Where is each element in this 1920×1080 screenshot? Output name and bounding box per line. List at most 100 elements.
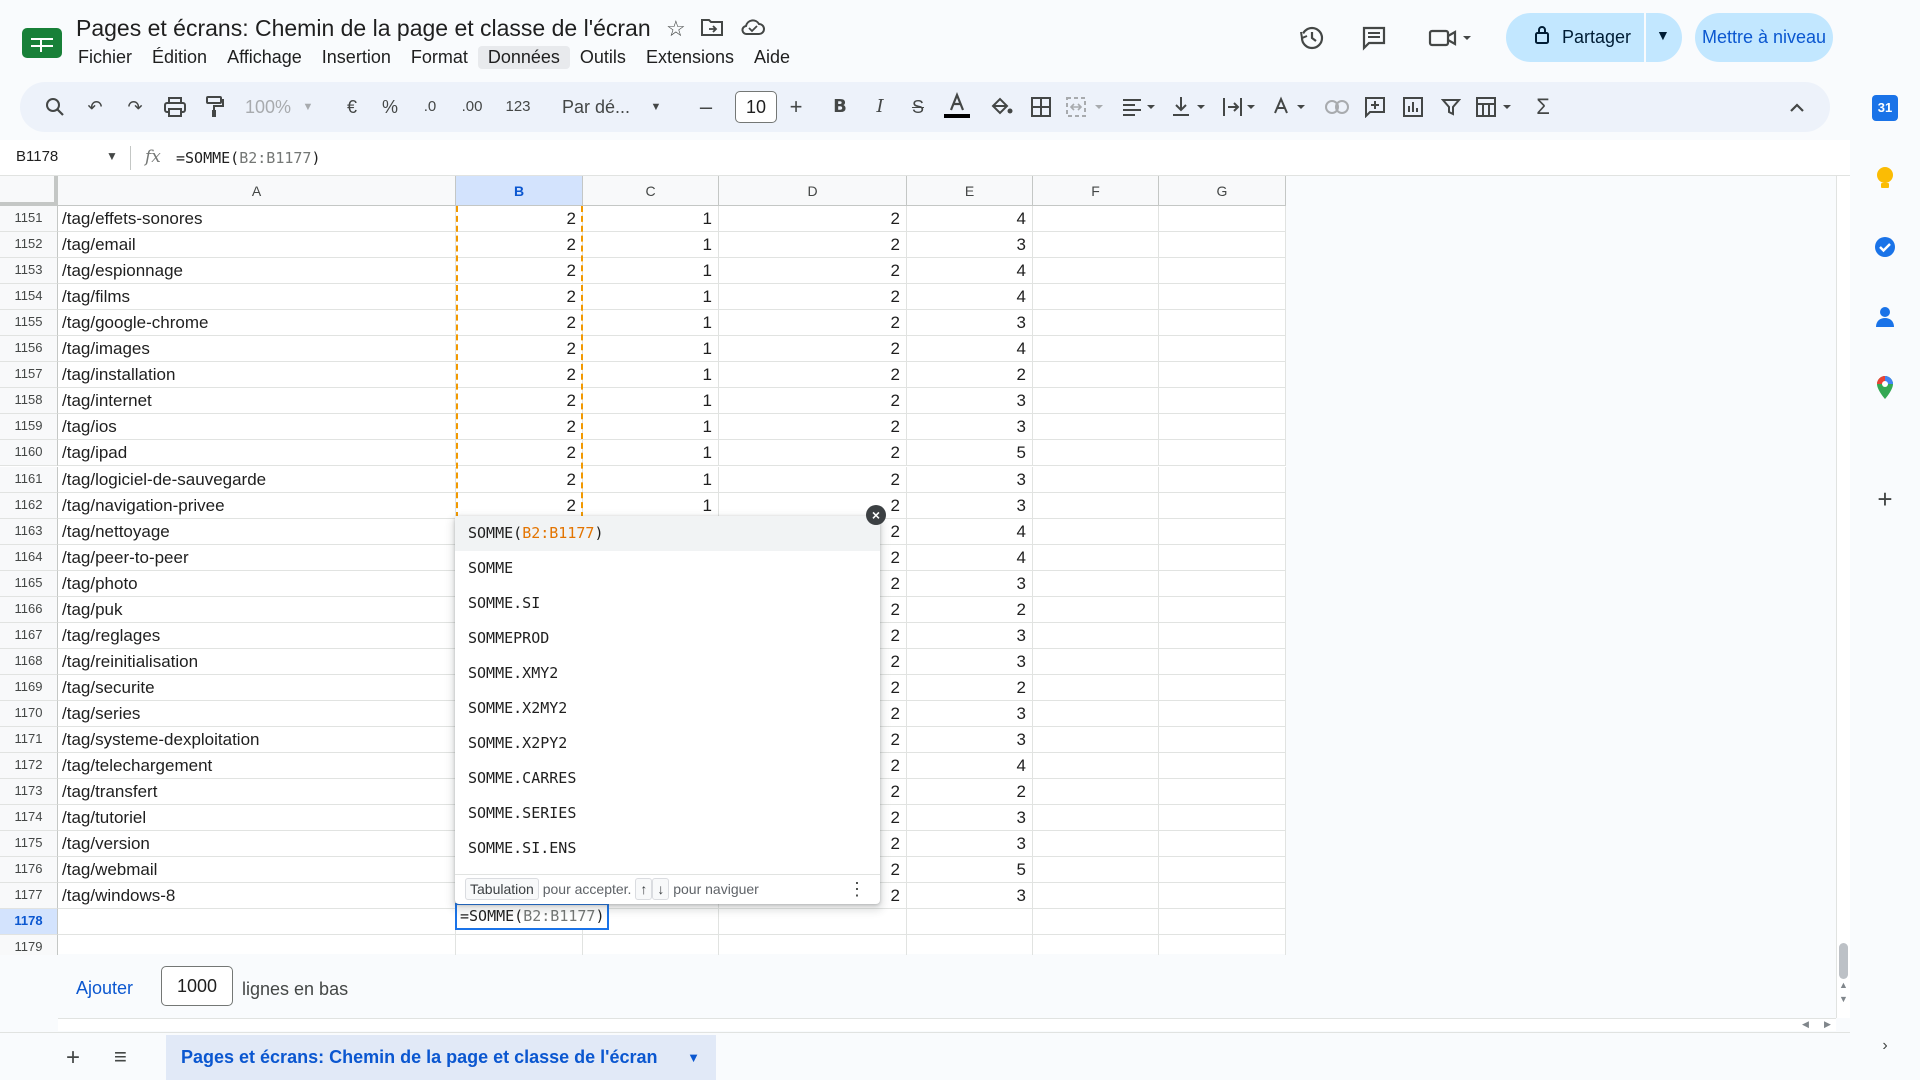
cell-a[interactable]: /tag/effets-sonores — [58, 206, 456, 232]
contacts-icon[interactable] — [1872, 305, 1898, 331]
cell-a[interactable]: /tag/espionnage — [58, 258, 456, 285]
row-number[interactable]: 1162 — [0, 492, 58, 519]
scroll-right-arrow-icon[interactable]: ▶ — [1824, 1019, 1831, 1030]
cell-a[interactable]: /tag/reglages — [58, 622, 456, 649]
cell-c[interactable]: 1 — [583, 362, 719, 389]
cell-a[interactable]: /tag/ios — [58, 414, 456, 441]
row-number[interactable]: 1170 — [0, 700, 58, 727]
cell-f[interactable] — [1033, 466, 1159, 493]
cell-f[interactable] — [1033, 544, 1159, 571]
cell-b[interactable]: 2 — [456, 206, 583, 232]
column-header-g[interactable]: G — [1159, 176, 1286, 206]
cell-d[interactable]: 2 — [719, 414, 907, 441]
cell-d[interactable]: 2 — [719, 310, 907, 337]
text-rotation-icon[interactable] — [1270, 92, 1312, 122]
upgrade-button[interactable]: Mettre à niveau — [1695, 13, 1833, 62]
vertical-scrollbar-thumb[interactable] — [1839, 943, 1848, 979]
cell-e[interactable]: 3 — [907, 831, 1033, 858]
cell-a[interactable]: /tag/windows-8 — [58, 883, 456, 910]
cell-f[interactable] — [1033, 388, 1159, 415]
cell-e[interactable]: 3 — [907, 466, 1033, 493]
font-size-increase-icon[interactable]: + — [782, 92, 810, 122]
menu-affichage[interactable]: Affichage — [217, 46, 312, 69]
autocomplete-suggestion[interactable]: SOMME(B2:B1177) — [455, 516, 880, 551]
column-header-d[interactable]: D — [719, 176, 907, 206]
cell-e[interactable]: 4 — [907, 753, 1033, 780]
cell-c[interactable]: 1 — [583, 284, 719, 311]
filter-icon[interactable] — [1436, 92, 1466, 122]
cell-f[interactable] — [1033, 779, 1159, 806]
font-family-dropdown-icon[interactable]: ▼ — [646, 92, 666, 122]
cell-f[interactable] — [1033, 362, 1159, 389]
strikethrough-icon[interactable]: S — [904, 92, 932, 122]
cell-f[interactable] — [1033, 310, 1159, 337]
cell-e[interactable]: 3 — [907, 883, 1033, 910]
cell-f[interactable] — [1033, 648, 1159, 675]
autocomplete-item[interactable]: SOMMEPROD — [455, 621, 880, 656]
star-icon[interactable]: ☆ — [666, 16, 686, 42]
row-number[interactable]: 1172 — [0, 753, 58, 780]
cell-a[interactable]: /tag/webmail — [58, 857, 456, 884]
cell-d[interactable]: 2 — [719, 466, 907, 493]
functions-icon[interactable]: Σ — [1528, 92, 1558, 122]
column-header-b[interactable]: B — [456, 176, 583, 206]
cell-a[interactable]: /tag/google-chrome — [58, 310, 456, 337]
cell-e[interactable]: 3 — [907, 805, 1033, 832]
cell-g[interactable] — [1159, 909, 1286, 936]
cell-f[interactable] — [1033, 518, 1159, 545]
cell-a[interactable] — [58, 909, 456, 936]
cell-b[interactable]: 2 — [456, 232, 583, 259]
cell-f[interactable] — [1033, 284, 1159, 311]
comments-icon[interactable] — [1358, 24, 1390, 56]
cell-f[interactable] — [1033, 206, 1159, 232]
row-number[interactable]: 1157 — [0, 362, 58, 389]
cell-g[interactable] — [1159, 258, 1286, 285]
cell-d[interactable]: 2 — [719, 284, 907, 311]
menu-insertion[interactable]: Insertion — [312, 46, 401, 69]
cell-g[interactable] — [1159, 518, 1286, 545]
cell-e[interactable]: 2 — [907, 779, 1033, 806]
cell-c[interactable]: 1 — [583, 336, 719, 363]
cell-f[interactable] — [1033, 622, 1159, 649]
row-number[interactable]: 1168 — [0, 648, 58, 675]
cell-e[interactable]: 3 — [907, 570, 1033, 597]
row-number[interactable]: 1160 — [0, 440, 58, 467]
add-rows-button[interactable]: Ajouter — [76, 978, 133, 999]
cell-d[interactable]: 2 — [719, 232, 907, 259]
maps-icon[interactable] — [1872, 375, 1898, 401]
row-number[interactable]: 1156 — [0, 336, 58, 363]
formula-input[interactable]: =SOMME(B2:B1177) — [176, 149, 321, 167]
all-sheets-menu-icon[interactable]: ≡ — [114, 1044, 127, 1070]
cell-e[interactable]: 2 — [907, 674, 1033, 701]
cell-f[interactable] — [1033, 258, 1159, 285]
add-sheet-icon[interactable]: + — [66, 1044, 80, 1072]
undo-icon[interactable]: ↶ — [80, 92, 110, 122]
autocomplete-item[interactable]: SOMME.SI — [455, 586, 880, 621]
row-number[interactable]: 1158 — [0, 388, 58, 415]
cell-a[interactable]: /tag/email — [58, 232, 456, 259]
sheets-logo-icon[interactable] — [22, 28, 62, 58]
name-box-dropdown-icon[interactable]: ▼ — [106, 149, 118, 163]
cell-a[interactable]: /tag/transfert — [58, 779, 456, 806]
cell-g[interactable] — [1159, 414, 1286, 441]
row-number[interactable]: 1177 — [0, 883, 58, 910]
keep-icon[interactable] — [1872, 165, 1898, 191]
menu-extensions[interactable]: Extensions — [636, 46, 744, 69]
cell-g[interactable] — [1159, 466, 1286, 493]
cell-e[interactable]: 4 — [907, 518, 1033, 545]
cell-c[interactable]: 1 — [583, 258, 719, 285]
row-number[interactable]: 1171 — [0, 727, 58, 753]
autocomplete-item[interactable]: SOMME.SI.ENS — [455, 831, 880, 866]
bold-icon[interactable]: B — [826, 92, 854, 122]
insert-link-icon[interactable] — [1322, 92, 1352, 122]
cell-e[interactable]: 3 — [907, 648, 1033, 675]
horizontal-scrollbar[interactable] — [58, 1018, 1836, 1031]
filter-views-icon[interactable] — [1474, 92, 1520, 122]
search-menus-icon[interactable] — [40, 92, 70, 122]
row-number[interactable]: 1178 — [0, 909, 58, 936]
cell-g[interactable] — [1159, 622, 1286, 649]
cell-a[interactable]: /tag/photo — [58, 570, 456, 597]
calendar-icon[interactable]: 31 — [1872, 95, 1898, 121]
cell-c[interactable]: 1 — [583, 440, 719, 467]
cell-g[interactable] — [1159, 805, 1286, 832]
